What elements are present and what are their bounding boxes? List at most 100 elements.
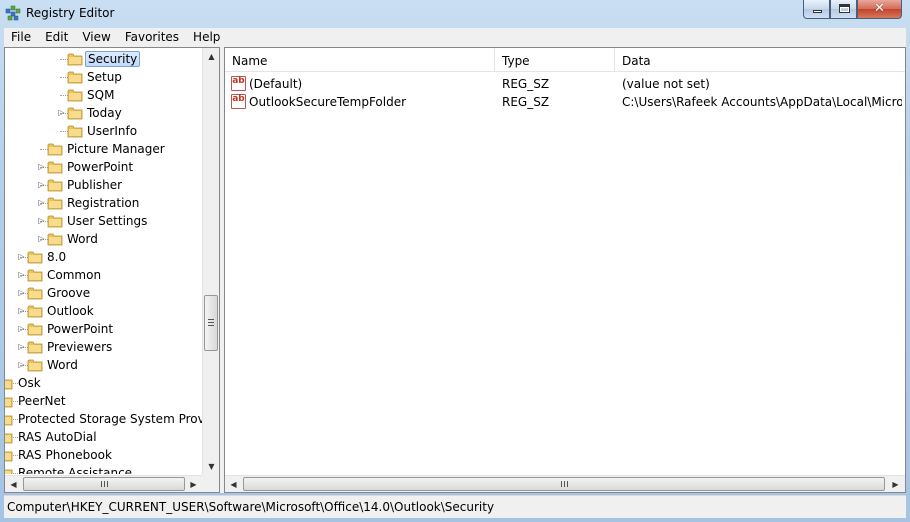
folder-icon [67,53,83,66]
scroll-left-arrow-icon[interactable]: ◀ [5,476,22,492]
tree-node[interactable]: ▷ Outlook [5,302,205,320]
title-bar[interactable]: Registry Editor ✕ [0,0,910,28]
close-button[interactable]: ✕ [857,0,902,19]
tree-vscroll-thumb[interactable] [204,295,218,351]
tree-node-label[interactable]: PeerNet [16,393,68,409]
tree-node-label[interactable]: Outlook [45,303,96,319]
tree-node[interactable]: ▷ Common [5,266,205,284]
tree-node[interactable]: Security [5,50,205,68]
tree-node[interactable]: ▷ Word [5,230,205,248]
tree-node-label[interactable]: RAS Phonebook [16,447,114,463]
tree-node[interactable]: ▷ PowerPoint [5,320,205,338]
expand-arrow-icon[interactable]: ▷ [37,162,46,171]
tree-node[interactable]: ▷ Word [5,356,205,374]
folder-icon [47,161,63,174]
expand-arrow-icon[interactable]: ▷ [17,342,26,351]
tree-node-label[interactable]: PowerPoint [45,321,115,337]
value-row[interactable]: ab (Default) REG_SZ (value not set) [225,75,905,93]
maximize-button[interactable] [830,0,857,19]
minimize-button[interactable] [803,0,830,19]
expand-arrow-icon[interactable]: ▷ [37,198,46,207]
tree-node[interactable]: UserInfo [5,122,205,140]
tree-node-label[interactable]: Picture Manager [65,141,167,157]
menu-help[interactable]: Help [186,28,227,47]
tree-node-label[interactable]: UserInfo [85,123,139,139]
tree-node[interactable]: Picture Manager [5,140,205,158]
tree-node-label[interactable]: 8.0 [45,249,68,265]
expand-arrow-icon[interactable]: ▷ [37,216,46,225]
tree-node-label[interactable]: User Settings [65,213,149,229]
scroll-right-arrow-icon[interactable]: ▶ [887,476,904,492]
tree-node[interactable]: Osk [5,374,205,392]
tree-node[interactable]: RAS Phonebook [5,446,205,464]
tree-node-label[interactable]: PowerPoint [65,159,135,175]
tree-vertical-scrollbar[interactable]: ▲ ▼ [202,48,219,475]
tree-node-label[interactable]: Publisher [65,177,124,193]
tree-node[interactable]: ▷ PowerPoint [5,158,205,176]
expand-arrow-icon[interactable]: ▷ [17,252,26,261]
tree-node[interactable]: ▷ Registration [5,194,205,212]
tree-node-label[interactable]: Protected Storage System Provider [16,411,205,427]
key-tree-pane[interactable]: Security Setup SQM ▷ Today UserInfo Picture Ma… [4,47,220,493]
scroll-right-arrow-icon[interactable]: ▶ [185,476,202,492]
tree-node-label[interactable]: Groove [45,285,92,301]
tree-node[interactable]: ▷ 8.0 [5,248,205,266]
tree-node-label[interactable]: Osk [16,375,43,391]
tree-node-label[interactable]: Word [45,357,80,373]
tree-node-label[interactable]: SQM [85,87,116,103]
expand-arrow-icon[interactable]: ▷ [37,180,46,189]
tree-node-label[interactable]: Common [45,267,103,283]
tree-node[interactable]: SQM [5,86,205,104]
value-data: C:\Users\Rafeek Accounts\AppData\Local\M… [622,95,902,109]
expand-arrow-icon[interactable]: ▷ [57,108,66,117]
tree-node[interactable]: Protected Storage System Provider [5,410,205,428]
folder-icon [27,341,43,354]
scroll-left-arrow-icon[interactable]: ◀ [225,476,242,492]
menu-edit[interactable]: Edit [38,28,75,47]
scroll-down-arrow-icon[interactable]: ▼ [203,458,219,475]
menu-favorites[interactable]: Favorites [118,28,186,47]
registry-editor-icon [5,5,21,21]
tree-node[interactable]: Setup [5,68,205,86]
list-horizontal-scrollbar[interactable]: ◀ ▶ [225,475,905,492]
tree-node-label[interactable]: Setup [85,69,124,85]
tree-node-label[interactable]: Word [65,231,100,247]
tree-node-label[interactable]: Previewers [45,339,114,355]
tree-horizontal-scrollbar[interactable]: ◀ ▶ [5,475,202,492]
menu-file[interactable]: File [4,28,38,47]
tree-node-label[interactable]: RAS AutoDial [16,429,99,445]
folder-icon [27,269,43,282]
expand-arrow-icon[interactable]: ▷ [37,234,46,243]
folder-icon [67,107,83,120]
values-list-pane[interactable]: Name Type Data ab (Default) REG_SZ (valu… [224,47,906,493]
tree-node[interactable]: PeerNet [5,392,205,410]
tree-node[interactable]: Remote Assistance [5,464,205,474]
tree-hscroll-thumb[interactable] [23,477,185,491]
expand-arrow-icon[interactable]: ▷ [17,288,26,297]
tree-node-label[interactable]: Remote Assistance [16,465,134,474]
scroll-corner [202,475,219,492]
folder-icon [27,251,43,264]
tree-node[interactable]: ▷ Today [5,104,205,122]
tree-node[interactable]: ▷ User Settings [5,212,205,230]
column-data[interactable]: Data [615,48,905,72]
tree-node-label[interactable]: Registration [65,195,141,211]
tree-node[interactable]: ▷ Previewers [5,338,205,356]
tree-node-label[interactable]: Today [85,105,124,121]
expand-arrow-icon[interactable]: ▷ [17,306,26,315]
expand-arrow-icon[interactable]: ▷ [17,324,26,333]
scroll-up-arrow-icon[interactable]: ▲ [203,48,219,65]
column-name[interactable]: Name [225,48,495,72]
value-row[interactable]: ab OutlookSecureTempFolder REG_SZ C:\Use… [225,93,905,111]
expand-arrow-icon[interactable]: ▷ [17,270,26,279]
tree-node[interactable]: RAS AutoDial [5,428,205,446]
current-key-path: Computer\HKEY_CURRENT_USER\Software\Micr… [7,500,495,514]
list-hscroll-thumb[interactable] [243,477,885,491]
grip-icon [101,481,108,487]
column-type[interactable]: Type [495,48,615,72]
tree-node[interactable]: ▷ Publisher [5,176,205,194]
expand-arrow-icon[interactable]: ▷ [17,360,26,369]
menu-view[interactable]: View [75,28,117,47]
tree-node-label-selected[interactable]: Security [85,51,141,67]
tree-node[interactable]: ▷ Groove [5,284,205,302]
